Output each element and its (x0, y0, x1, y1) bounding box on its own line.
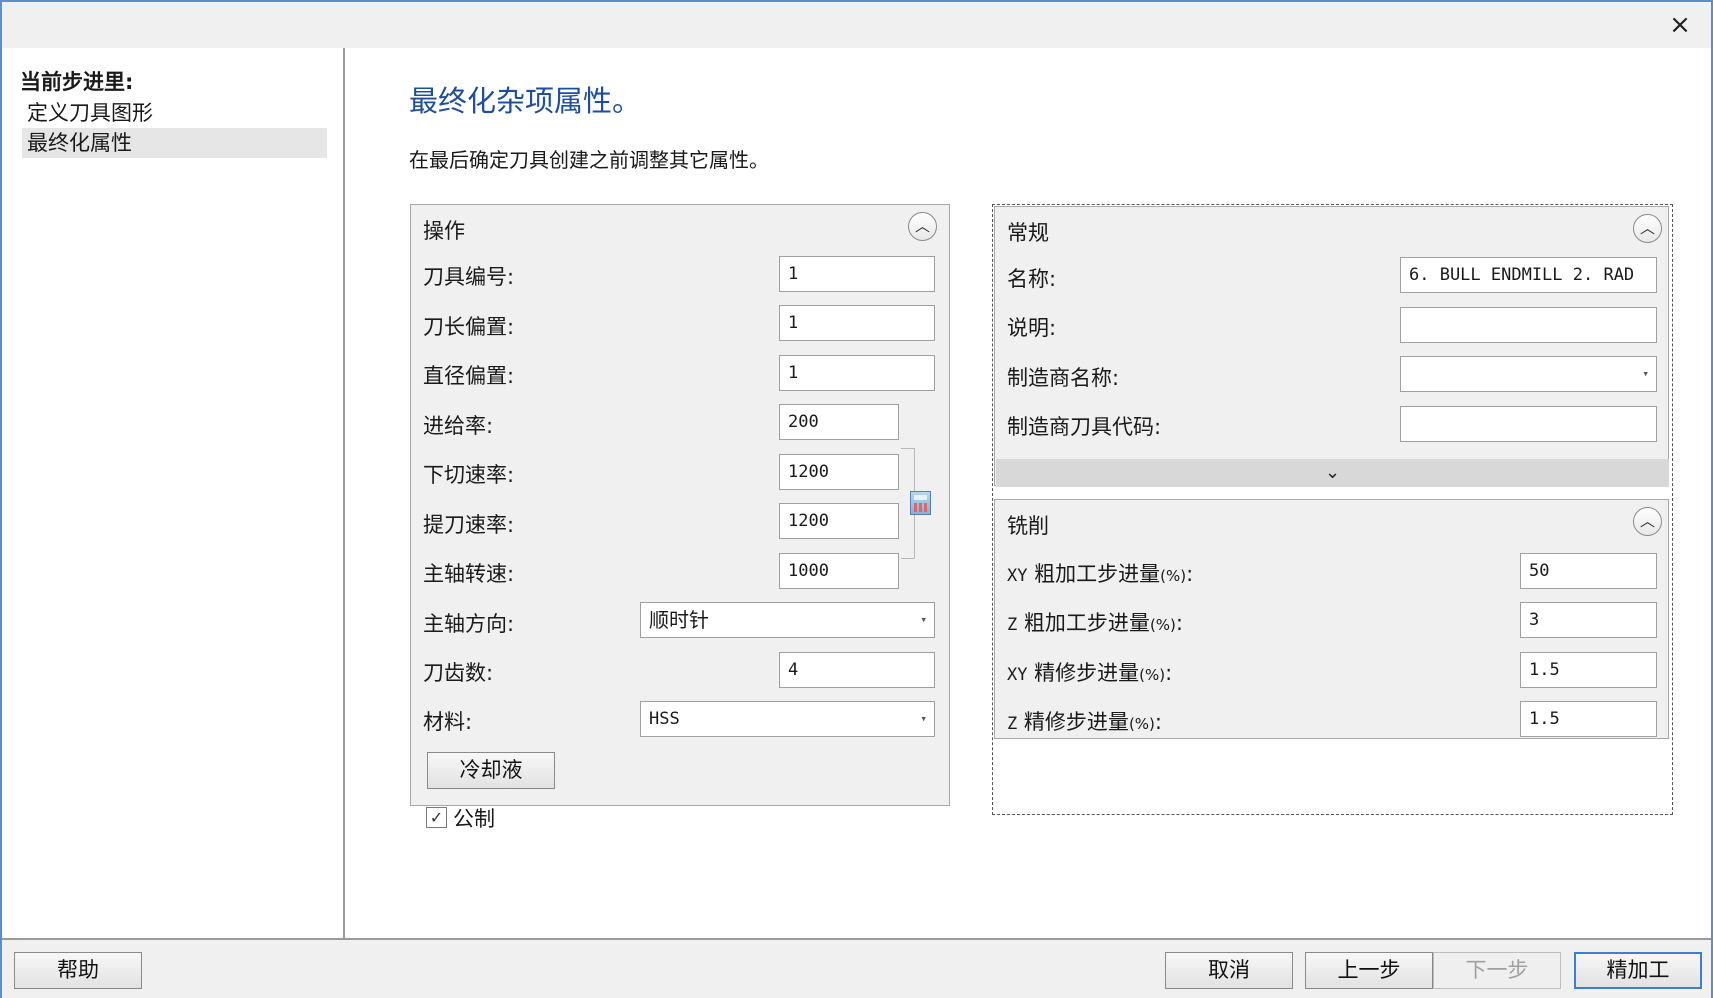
finish-button[interactable]: 精加工 (1574, 952, 1702, 989)
feed-calculator-icon[interactable] (910, 491, 931, 515)
chevron-up-icon: ︿ (914, 217, 930, 235)
xy-finish-unit: (%) (1139, 666, 1166, 684)
xy-rough-text: 粗加工步进量 (1027, 562, 1161, 586)
manufacturer-code-input[interactable] (1400, 406, 1657, 442)
retract-rate-label: 提刀速率: (423, 513, 515, 537)
step-sidebar: 当前步进里: 定义刀具图形 最终化属性 (2, 48, 345, 938)
dropdown-arrow-icon: ▾ (920, 712, 927, 725)
cancel-button[interactable]: 取消 (1165, 952, 1293, 989)
description-label: 说明: (1007, 316, 1057, 340)
material-select[interactable]: HSS ▾ (640, 701, 935, 737)
chevron-up-icon: ︿ (1639, 219, 1655, 237)
z-rough-unit: (%) (1149, 616, 1176, 634)
xy-finish-text: 精修步进量 (1027, 661, 1140, 685)
title-bar: × (2, 2, 1711, 48)
milling-group-header: 铣削 (1007, 514, 1049, 538)
check-icon: ✓ (429, 808, 444, 827)
operation-group: 操作 ︿ 刀具编号: 1 刀长偏置: 1 直径偏置: 1 进给率: 200 下切… (410, 204, 950, 831)
close-icon[interactable]: × (1663, 8, 1697, 42)
metric-checkbox[interactable]: ✓ (426, 807, 447, 828)
retract-rate-input[interactable]: 1200 (779, 503, 899, 539)
tool-number-input[interactable]: 1 (779, 256, 935, 292)
plunge-rate-input[interactable]: 1200 (779, 454, 899, 490)
collapse-milling-button[interactable]: ︿ (1633, 507, 1662, 536)
spindle-speed-input[interactable]: 1000 (779, 553, 899, 589)
diameter-offset-label: 直径偏置: (423, 364, 515, 388)
tool-number-label: 刀具编号: (423, 265, 515, 289)
right-panel-area: 常规 ︿ 名称: 6. BULL ENDMILL 2. RAD 说明: 制造商名… (992, 204, 1673, 815)
length-offset-input[interactable]: 1 (779, 305, 935, 341)
coolant-button[interactable]: 冷却液 (427, 752, 555, 789)
sidebar-item-finalize-properties[interactable]: 最终化属性 (22, 128, 327, 158)
general-group: 常规 ︿ 名称: 6. BULL ENDMILL 2. RAD 说明: 制造商名… (994, 206, 1669, 487)
z-finish-text: 精修步进量 (1017, 710, 1129, 734)
z-finish-stepdown-input[interactable]: 1.5 (1520, 701, 1657, 737)
z-rough-stepdown-label: Z 粗加工步进量(%): (1007, 607, 1183, 637)
footer-bar: 帮助 取消 上一步 下一步 精加工 (2, 938, 1711, 998)
z-finish-unit: (%) (1128, 715, 1155, 733)
main-content: 最终化杂项属性。 在最后确定刀具创建之前调整其它属性。 操作 ︿ 刀具编号: 1… (347, 48, 1711, 938)
z-finish-prefix: Z (1007, 714, 1018, 734)
help-button[interactable]: 帮助 (14, 952, 142, 989)
collapse-general-button[interactable]: ︿ (1633, 214, 1662, 243)
spindle-direction-label: 主轴方向: (423, 612, 515, 636)
manufacturer-name-label: 制造商名称: (1007, 366, 1120, 390)
name-input[interactable]: 6. BULL ENDMILL 2. RAD (1400, 257, 1657, 293)
expand-general-bar[interactable]: ⌄ (996, 459, 1669, 487)
xy-rough-stepover-label: XY 粗加工步进量(%): (1007, 558, 1193, 588)
spindle-direction-select[interactable]: 顺时针 ▾ (640, 602, 935, 638)
back-button[interactable]: 上一步 (1305, 952, 1433, 989)
z-rough-stepdown-input[interactable]: 3 (1520, 602, 1657, 638)
z-finish-suffix: : (1154, 710, 1162, 734)
name-label: 名称: (1007, 267, 1057, 291)
xy-finish-prefix: XY (1007, 665, 1028, 685)
feed-rate-label: 进给率: (423, 414, 494, 438)
description-input[interactable] (1400, 307, 1657, 343)
chevron-up-icon: ︿ (1639, 512, 1655, 530)
xy-finish-suffix: : (1165, 661, 1173, 685)
material-value: HSS (649, 709, 680, 729)
xy-finish-stepover-input[interactable]: 1.5 (1520, 652, 1657, 688)
sidebar-title: 当前步进里: (20, 70, 134, 94)
next-button[interactable]: 下一步 (1433, 952, 1561, 989)
sidebar-item-define-tool-geometry[interactable]: 定义刀具图形 (22, 98, 327, 128)
spindle-direction-value: 顺时针 (649, 608, 709, 632)
z-rough-suffix: : (1175, 611, 1183, 635)
metric-label: 公制 (453, 807, 495, 831)
z-rough-prefix: Z (1007, 615, 1018, 635)
chevron-down-icon: ⌄ (1324, 462, 1341, 483)
collapse-operation-button[interactable]: ︿ (908, 212, 937, 241)
feed-rate-input[interactable]: 200 (779, 404, 899, 440)
xy-rough-stepover-input[interactable]: 50 (1520, 553, 1657, 589)
operation-group-header: 操作 (423, 219, 465, 243)
plunge-rate-label: 下切速率: (423, 463, 515, 487)
flute-count-input[interactable]: 4 (779, 652, 935, 688)
dropdown-arrow-icon: ▾ (1642, 367, 1649, 380)
manufacturer-name-select[interactable]: ▾ (1400, 356, 1657, 392)
xy-rough-prefix: XY (1007, 566, 1028, 586)
milling-group: 铣削 ︿ XY 粗加工步进量(%): 50 Z 粗加工步进量(%): 3 XY … (994, 499, 1669, 739)
dialog-window: × 当前步进里: 定义刀具图形 最终化属性 最终化杂项属性。 在最后确定刀具创建… (0, 0, 1713, 998)
length-offset-label: 刀长偏置: (423, 315, 515, 339)
spindle-speed-label: 主轴转速: (423, 562, 515, 586)
flute-count-label: 刀齿数: (423, 661, 494, 685)
material-label: 材料: (423, 710, 473, 734)
manufacturer-code-label: 制造商刀具代码: (1007, 415, 1162, 439)
page-description: 在最后确定刀具创建之前调整其它属性。 (409, 148, 769, 172)
xy-rough-unit: (%) (1160, 567, 1187, 585)
diameter-offset-input[interactable]: 1 (779, 355, 935, 391)
xy-rough-suffix: : (1186, 562, 1194, 586)
general-group-header: 常规 (1007, 221, 1049, 245)
z-rough-text: 粗加工步进量 (1017, 611, 1150, 635)
page-title: 最终化杂项属性。 (409, 84, 642, 118)
z-finish-stepdown-label: Z 精修步进量(%): (1007, 706, 1162, 736)
xy-finish-stepover-label: XY 精修步进量(%): (1007, 657, 1172, 687)
dropdown-arrow-icon: ▾ (920, 613, 927, 626)
